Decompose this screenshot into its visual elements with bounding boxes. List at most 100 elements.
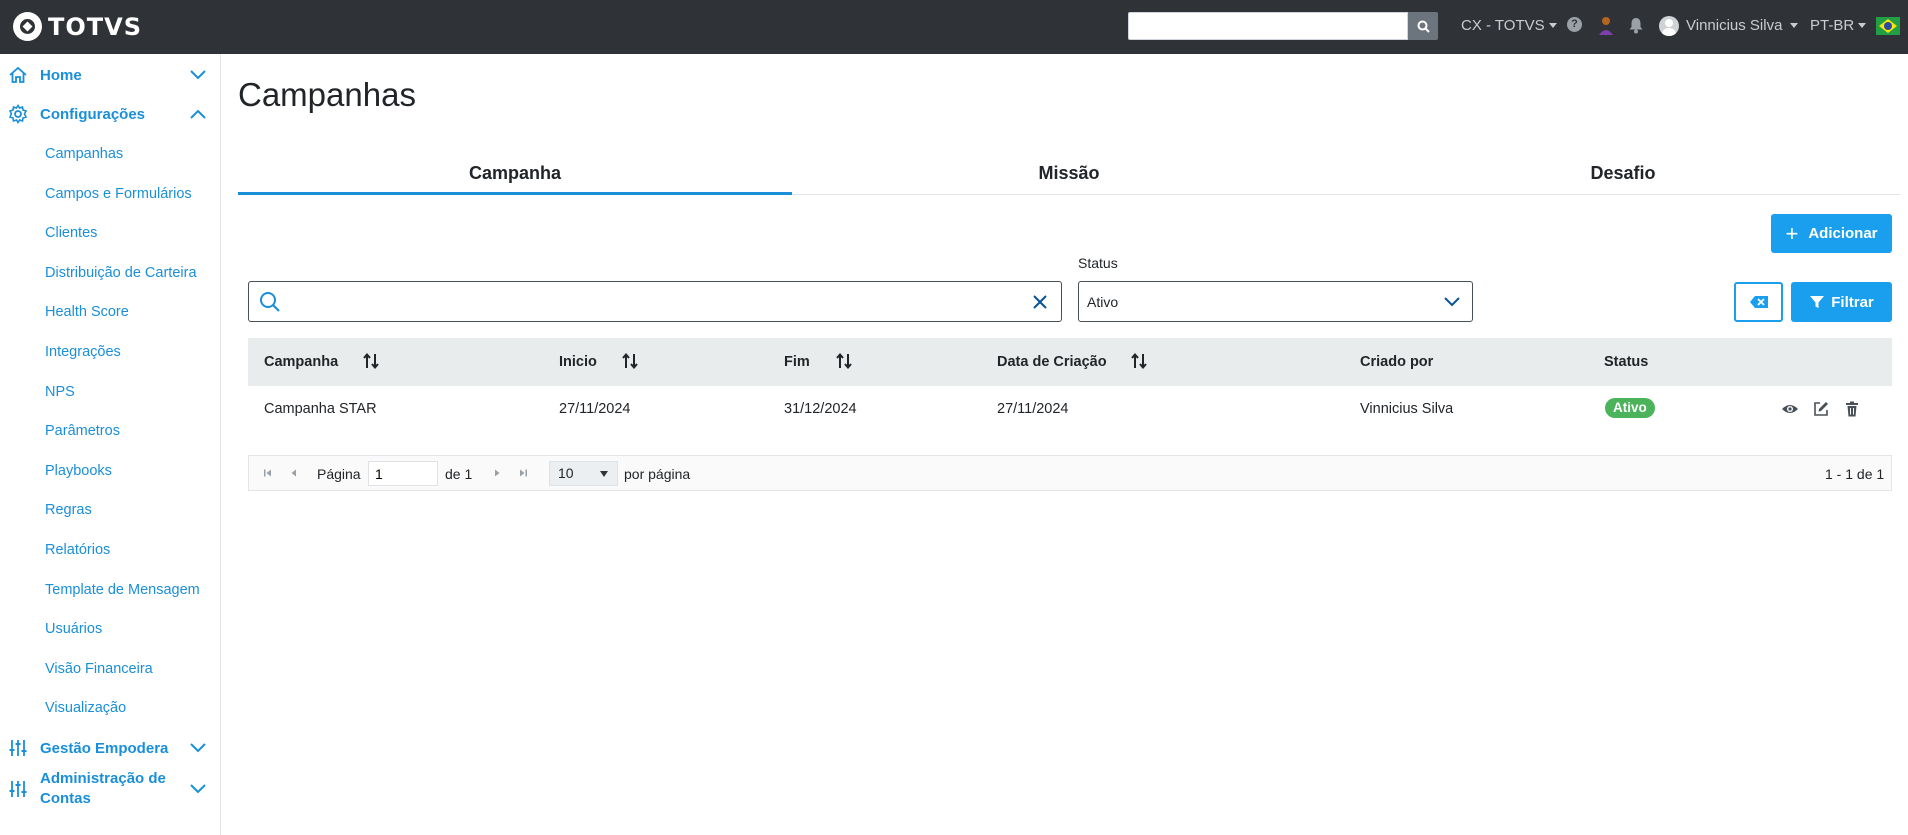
sidebar-item-label: Gestão Empodera	[40, 739, 169, 757]
status-badge: Ativo	[1605, 398, 1655, 418]
page-number-input[interactable]	[368, 461, 438, 486]
sidebar-item-visualizacao[interactable]: Visualização	[45, 700, 126, 716]
admin-label-line2: Contas	[40, 790, 91, 807]
page-size-select[interactable]: 10	[549, 461, 618, 486]
sidebar-item-home[interactable]: Home	[0, 64, 221, 86]
sliders-icon	[9, 740, 27, 756]
status-select-value: Ativo	[1087, 294, 1119, 310]
totvs-logo[interactable]: TOTVS	[13, 12, 142, 41]
sidebar-item-distribuicao-carteira[interactable]: Distribuição de Carteira	[45, 265, 197, 281]
sidebar-item-relatorios[interactable]: Relatórios	[45, 542, 110, 558]
filter-icon	[1810, 296, 1825, 308]
global-search-button[interactable]	[1408, 12, 1438, 40]
close-icon[interactable]	[1032, 294, 1048, 310]
caret-down-icon	[1548, 23, 1557, 28]
language-dropdown[interactable]: PT-BR	[1810, 17, 1867, 34]
tab-desafio[interactable]: Desafio	[1346, 160, 1900, 195]
global-search-input[interactable]	[1128, 12, 1408, 40]
caret-down-icon	[1790, 23, 1799, 28]
sidebar-item-parametros[interactable]: Parâmetros	[45, 423, 120, 439]
sidebar-item-playbooks[interactable]: Playbooks	[45, 463, 112, 479]
sidebar-item-label: Home	[40, 66, 82, 84]
add-button[interactable]: + Adicionar	[1771, 214, 1892, 253]
next-page-icon[interactable]	[492, 468, 502, 478]
backspace-icon	[1749, 296, 1768, 308]
brazil-flag-icon[interactable]	[1876, 17, 1900, 35]
help-icon[interactable]: ?	[1567, 17, 1582, 32]
column-header-criado-por: Criado por	[1360, 354, 1434, 370]
table-row: Campanha STAR 27/11/2024 31/12/2024 27/1…	[248, 386, 1892, 434]
chevron-down-icon	[190, 784, 206, 794]
column-header-inicio[interactable]: Inicio	[559, 354, 597, 370]
sidebar-item-label: Configurações	[40, 105, 146, 123]
trash-icon[interactable]	[1843, 400, 1861, 418]
table-header: Campanha Inicio Fim Data de Criação Cria…	[248, 338, 1892, 386]
edit-icon[interactable]	[1812, 400, 1830, 418]
eye-icon[interactable]	[1781, 400, 1799, 418]
campaign-search-input[interactable]	[248, 281, 1062, 322]
workspace-label: CX - TOTVS	[1461, 17, 1545, 34]
sidebar-item-integracoes[interactable]: Integrações	[45, 344, 121, 360]
chevron-down-icon	[190, 70, 206, 80]
sort-icon[interactable]	[362, 352, 380, 370]
home-icon	[9, 66, 27, 83]
cell-criado-por: Vinnicius Silva	[1360, 401, 1454, 417]
bell-icon[interactable]	[1628, 16, 1644, 34]
cell-data-criacao: 27/11/2024	[997, 401, 1069, 417]
sidebar-item-clientes[interactable]: Clientes	[45, 225, 97, 241]
per-page-label: por página	[624, 466, 691, 482]
first-page-icon[interactable]	[263, 468, 273, 478]
chevron-down-icon	[1444, 297, 1460, 307]
sidebar-item-campos-formularios[interactable]: Campos e Formulários	[45, 186, 192, 202]
clear-filters-button[interactable]	[1734, 282, 1783, 322]
user-name: Vinnicius Silva	[1686, 17, 1783, 34]
caret-down-icon	[600, 471, 608, 477]
page-range-label: 1 - 1 de 1	[1825, 466, 1885, 482]
top-bar: TOTVS CX - TOTVS ? Vinnicius Silva PT-BR	[0, 0, 1908, 54]
add-button-label: Adicionar	[1808, 225, 1878, 242]
plus-icon: +	[1785, 220, 1799, 246]
chevron-up-icon	[190, 109, 206, 119]
sidebar-item-visao-financeira[interactable]: Visão Financeira	[45, 661, 153, 677]
sidebar-item-gestao-empodera[interactable]: Gestão Empodera	[0, 737, 221, 759]
admin-label-line1: Administração de	[40, 770, 166, 787]
sidebar: Home Configurações Campanhas Campos e Fo…	[0, 54, 221, 835]
agent-avatar-icon[interactable]	[1597, 15, 1615, 35]
caret-down-icon	[1858, 23, 1867, 28]
workspace-dropdown[interactable]: CX - TOTVS	[1461, 17, 1557, 34]
language-label: PT-BR	[1810, 17, 1855, 34]
user-avatar[interactable]	[1659, 16, 1679, 36]
sidebar-item-administracao-contas[interactable]: Administração de Contas	[0, 767, 221, 811]
sidebar-item-nps[interactable]: NPS	[45, 384, 75, 400]
filter-button[interactable]: Filtrar	[1791, 282, 1892, 322]
logo-text: TOTVS	[48, 12, 143, 41]
sidebar-item-usuarios[interactable]: Usuários	[45, 621, 102, 637]
sidebar-item-regras[interactable]: Regras	[45, 502, 92, 518]
status-select[interactable]: Ativo	[1078, 281, 1473, 322]
tab-missao[interactable]: Missão	[792, 160, 1346, 195]
tab-campanha[interactable]: Campanha	[238, 160, 792, 195]
filter-button-label: Filtrar	[1831, 293, 1874, 311]
column-header-data-criacao[interactable]: Data de Criação	[997, 354, 1107, 370]
sidebar-item-configuracoes[interactable]: Configurações	[0, 103, 221, 125]
previous-page-icon[interactable]	[289, 468, 299, 478]
cell-fim: 31/12/2024	[784, 401, 857, 417]
page-title: Campanhas	[238, 76, 416, 113]
sort-icon[interactable]	[835, 352, 853, 370]
sidebar-item-campanhas[interactable]: Campanhas	[45, 146, 123, 162]
sidebar-item-label: Administração de Contas	[40, 769, 166, 809]
sort-icon[interactable]	[1130, 352, 1148, 370]
status-filter-label: Status	[1078, 255, 1118, 271]
tab-bar: Campanha Missão Desafio	[238, 160, 1900, 195]
last-page-icon[interactable]	[518, 468, 528, 478]
page-size-value: 10	[558, 465, 574, 481]
sidebar-item-template-mensagem[interactable]: Template de Mensagem	[45, 582, 200, 598]
cell-campanha: Campanha STAR	[264, 401, 377, 417]
user-menu[interactable]: Vinnicius Silva	[1686, 17, 1799, 34]
cell-inicio: 27/11/2024	[559, 401, 631, 417]
sidebar-item-health-score[interactable]: Health Score	[45, 304, 129, 320]
column-header-fim[interactable]: Fim	[784, 354, 810, 370]
sort-icon[interactable]	[621, 352, 639, 370]
column-header-campanha[interactable]: Campanha	[264, 354, 338, 370]
page-of-label: de 1	[445, 466, 473, 482]
